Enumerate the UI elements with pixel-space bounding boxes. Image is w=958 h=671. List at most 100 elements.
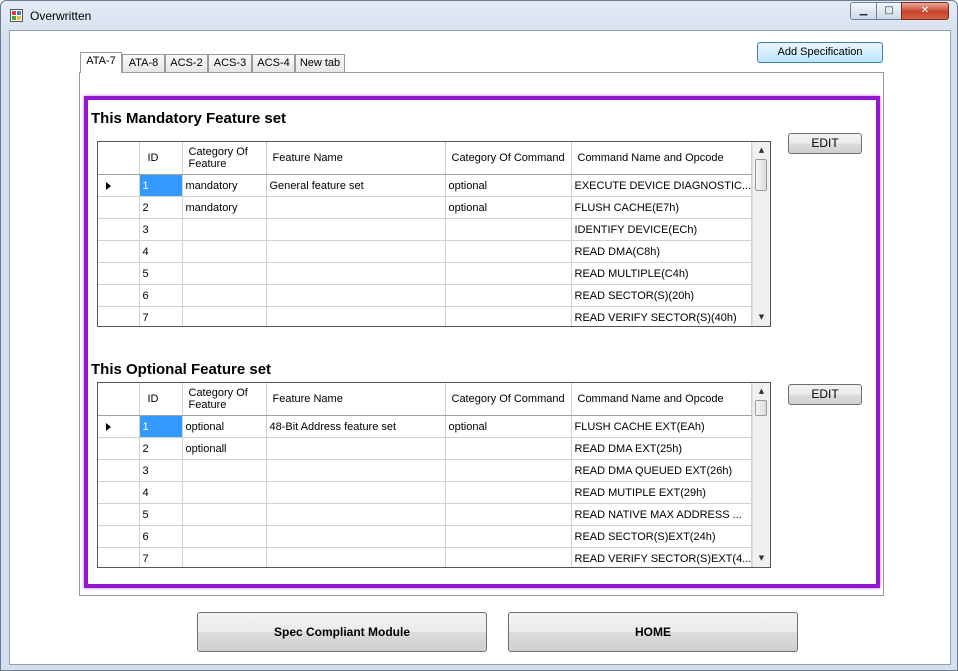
cell-command[interactable]: READ SECTOR(S)EXT(24h) <box>571 525 753 548</box>
cell-feature-name[interactable] <box>266 459 446 482</box>
row-header[interactable] <box>98 437 140 460</box>
cell-category-feature[interactable] <box>182 262 267 285</box>
tab-acs-3[interactable]: ACS-3 <box>208 54 252 72</box>
cell-command[interactable]: READ VERIFY SECTOR(S)EXT(4... <box>571 547 753 567</box>
cell-feature-name[interactable] <box>266 306 446 326</box>
cell-feature-name[interactable]: 48-Bit Address feature set <box>266 415 446 438</box>
table-row[interactable]: 6 READ SECTOR(S)(20h) <box>98 284 753 307</box>
cell-category-feature[interactable] <box>182 284 267 307</box>
col-header-id[interactable]: ID <box>139 142 183 175</box>
table-row[interactable]: 7 READ VERIFY SECTOR(S)(40h) <box>98 306 753 326</box>
table-row[interactable]: 2 mandatory optional FLUSH CACHE(E7h) <box>98 196 753 219</box>
cell-feature-name[interactable] <box>266 547 446 567</box>
cell-category-feature[interactable] <box>182 218 267 241</box>
cell-id[interactable]: 5 <box>139 262 183 285</box>
row-header[interactable] <box>98 306 140 326</box>
cell-id[interactable]: 4 <box>139 240 183 263</box>
cell-category-command[interactable] <box>445 459 572 482</box>
col-header-feature-name[interactable]: Feature Name <box>266 383 446 416</box>
col-header-category-command[interactable]: Category Of Command <box>445 383 572 416</box>
row-header[interactable] <box>98 415 140 438</box>
tab-ata-8[interactable]: ATA-8 <box>122 54 165 72</box>
cell-id[interactable]: 1 <box>139 174 183 197</box>
cell-command[interactable]: READ MUTIPLE EXT(29h) <box>571 481 753 504</box>
cell-id[interactable]: 7 <box>139 306 183 326</box>
cell-feature-name[interactable] <box>266 481 446 504</box>
cell-category-command[interactable] <box>445 284 572 307</box>
row-header[interactable] <box>98 503 140 526</box>
row-header[interactable] <box>98 547 140 567</box>
cell-id[interactable]: 6 <box>139 284 183 307</box>
cell-command[interactable]: EXECUTE DEVICE DIAGNOSTIC... <box>571 174 753 197</box>
add-specification-button[interactable]: Add Specification <box>757 42 883 63</box>
cell-category-feature[interactable]: optionall <box>182 437 267 460</box>
cell-command[interactable]: READ DMA(C8h) <box>571 240 753 263</box>
table-row[interactable]: 5 READ MULTIPLE(C4h) <box>98 262 753 285</box>
cell-feature-name[interactable] <box>266 262 446 285</box>
table-row[interactable]: 7 READ VERIFY SECTOR(S)EXT(4... <box>98 547 753 567</box>
cell-feature-name[interactable] <box>266 218 446 241</box>
cell-category-command[interactable] <box>445 547 572 567</box>
row-header[interactable] <box>98 174 140 197</box>
mandatory-grid[interactable]: ID Category Of Feature Feature Name Cate… <box>97 141 771 327</box>
cell-category-feature[interactable] <box>182 481 267 504</box>
table-row[interactable]: 1 optional 48-Bit Address feature set op… <box>98 415 753 438</box>
cell-category-command[interactable] <box>445 481 572 504</box>
col-header-category-command[interactable]: Category Of Command <box>445 142 572 175</box>
close-button[interactable]: ✕ <box>901 2 949 20</box>
row-header[interactable] <box>98 284 140 307</box>
cell-category-feature[interactable] <box>182 306 267 326</box>
row-header[interactable] <box>98 459 140 482</box>
table-row[interactable]: 4 READ DMA(C8h) <box>98 240 753 263</box>
row-header[interactable] <box>98 481 140 504</box>
cell-category-command[interactable] <box>445 240 572 263</box>
cell-command[interactable]: FLUSH CACHE EXT(EAh) <box>571 415 753 438</box>
col-header-category-feature[interactable]: Category Of Feature <box>182 142 267 175</box>
table-row[interactable]: 3 READ DMA QUEUED EXT(26h) <box>98 459 753 482</box>
cell-command[interactable]: READ DMA EXT(25h) <box>571 437 753 460</box>
scroll-thumb[interactable] <box>755 159 767 191</box>
row-header[interactable] <box>98 525 140 548</box>
optional-edit-button[interactable]: EDIT <box>788 384 862 405</box>
tab-new-tab[interactable]: New tab <box>295 54 345 72</box>
cell-id[interactable]: 6 <box>139 525 183 548</box>
scroll-down-icon[interactable]: ▼ <box>753 550 770 567</box>
cell-id[interactable]: 7 <box>139 547 183 567</box>
row-header[interactable] <box>98 262 140 285</box>
col-header-command[interactable]: Command Name and Opcode <box>571 383 753 416</box>
cell-id[interactable]: 2 <box>139 196 183 219</box>
cell-category-command[interactable] <box>445 437 572 460</box>
cell-id[interactable]: 1 <box>139 415 183 438</box>
cell-category-feature[interactable] <box>182 547 267 567</box>
cell-category-command[interactable]: optional <box>445 196 572 219</box>
cell-command[interactable]: IDENTIFY DEVICE(ECh) <box>571 218 753 241</box>
cell-feature-name[interactable] <box>266 503 446 526</box>
row-header[interactable] <box>98 196 140 219</box>
scroll-down-icon[interactable]: ▼ <box>753 309 770 326</box>
spec-compliant-module-button[interactable]: Spec Compliant Module <box>197 612 487 652</box>
row-header[interactable] <box>98 218 140 241</box>
cell-category-command[interactable]: optional <box>445 415 572 438</box>
cell-category-feature[interactable] <box>182 525 267 548</box>
cell-category-command[interactable] <box>445 503 572 526</box>
cell-category-feature[interactable]: mandatory <box>182 174 267 197</box>
cell-command[interactable]: READ VERIFY SECTOR(S)(40h) <box>571 306 753 326</box>
cell-category-feature[interactable]: mandatory <box>182 196 267 219</box>
col-header-id[interactable]: ID <box>139 383 183 416</box>
title-bar[interactable]: Overwritten ▁ □ ✕ <box>1 1 957 29</box>
cell-id[interactable]: 5 <box>139 503 183 526</box>
maximize-button[interactable]: □ <box>876 2 902 20</box>
table-row[interactable]: 2 optionall READ DMA EXT(25h) <box>98 437 753 460</box>
table-row[interactable]: 6 READ SECTOR(S)EXT(24h) <box>98 525 753 548</box>
cell-command[interactable]: READ DMA QUEUED EXT(26h) <box>571 459 753 482</box>
minimize-button[interactable]: ▁ <box>850 2 877 20</box>
col-header-feature-name[interactable]: Feature Name <box>266 142 446 175</box>
cell-feature-name[interactable] <box>266 284 446 307</box>
cell-command[interactable]: FLUSH CACHE(E7h) <box>571 196 753 219</box>
cell-feature-name[interactable] <box>266 437 446 460</box>
tab-ata-7[interactable]: ATA-7 <box>80 52 122 73</box>
cell-category-feature[interactable]: optional <box>182 415 267 438</box>
home-button[interactable]: HOME <box>508 612 798 652</box>
table-row[interactable]: 1 mandatory General feature set optional… <box>98 174 753 197</box>
cell-feature-name[interactable] <box>266 240 446 263</box>
